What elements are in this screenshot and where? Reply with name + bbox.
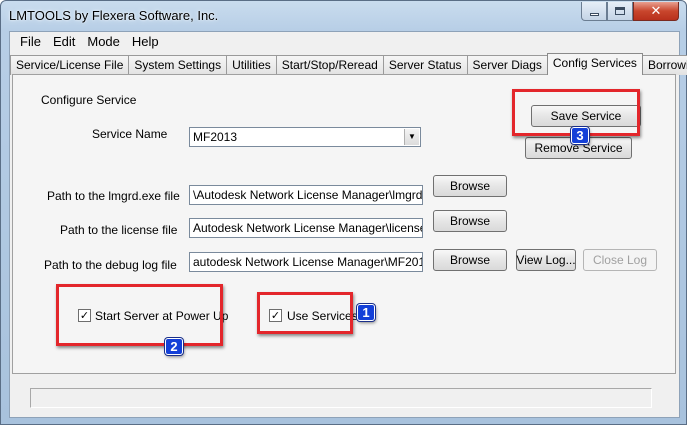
tab-server-diags[interactable]: Server Diags [466, 55, 548, 75]
minimize-icon [589, 12, 599, 16]
lmgrd-path-value: \Autodesk Network License Manager\lmgrd.… [193, 188, 423, 202]
app-window: LMTOOLS by Flexera Software, Inc. ✕ File… [0, 0, 687, 425]
maximize-button[interactable] [607, 2, 633, 21]
license-path-field[interactable]: Autodesk Network License Manager\license… [189, 218, 423, 238]
service-name-value: MF2013 [193, 130, 238, 144]
tab-server-status[interactable]: Server Status [382, 55, 468, 75]
tab-config-services[interactable]: Config Services [546, 53, 643, 75]
license-path-value: Autodesk Network License Manager\license… [193, 221, 423, 235]
callout-badge-1: 1 [357, 304, 375, 321]
status-bar [30, 388, 652, 408]
menu-help[interactable]: Help [126, 32, 165, 51]
maximize-icon [615, 7, 625, 15]
tab-service-license-file[interactable]: Service/License File [10, 55, 130, 75]
window-title: LMTOOLS by Flexera Software, Inc. [9, 8, 219, 23]
lmgrd-path-field[interactable]: \Autodesk Network License Manager\lmgrd.… [189, 185, 423, 205]
tab-system-settings[interactable]: System Settings [128, 55, 228, 75]
debug-log-path-field[interactable]: autodesk Network License Manager\MF2013.… [189, 252, 423, 272]
debug-log-path-label: Path to the debug log file [44, 258, 177, 272]
tab-start-stop-reread[interactable]: Start/Stop/Reread [275, 55, 384, 75]
tab-utilities[interactable]: Utilities [226, 55, 277, 75]
menu-mode[interactable]: Mode [81, 32, 126, 51]
debug-log-path-value: autodesk Network License Manager\MF2013.… [193, 255, 423, 269]
service-name-combobox[interactable]: MF2013 ▼ [189, 127, 421, 147]
menu-bar: File Edit Mode Help [10, 32, 679, 51]
license-path-label: Path to the license file [60, 223, 178, 237]
callout-badge-2: 2 [165, 338, 183, 355]
chevron-down-icon[interactable]: ▼ [404, 129, 419, 145]
close-log-button[interactable]: Close Log [583, 249, 657, 271]
title-bar[interactable]: LMTOOLS by Flexera Software, Inc. ✕ [1, 1, 687, 31]
lmgrd-browse-button[interactable]: Browse [433, 175, 507, 197]
tab-borrowing[interactable]: Borrowing [641, 55, 687, 75]
highlight-start-at-powerup [56, 284, 223, 346]
callout-badge-3: 3 [571, 127, 589, 144]
configure-service-label: Configure Service [41, 93, 137, 107]
highlight-use-services [257, 292, 353, 334]
license-browse-button[interactable]: Browse [433, 210, 507, 232]
menu-file[interactable]: File [14, 32, 47, 51]
minimize-button[interactable] [581, 2, 607, 21]
service-name-label: Service Name [92, 127, 168, 141]
debug-log-browse-button[interactable]: Browse [433, 249, 507, 271]
tab-strip: Service/License File System Settings Uti… [10, 53, 687, 75]
lmgrd-path-label: Path to the lmgrd.exe file [47, 189, 180, 203]
close-button[interactable]: ✕ [633, 2, 679, 21]
view-log-button[interactable]: View Log... [516, 249, 576, 271]
menu-edit[interactable]: Edit [47, 32, 81, 51]
close-icon: ✕ [650, 3, 662, 19]
